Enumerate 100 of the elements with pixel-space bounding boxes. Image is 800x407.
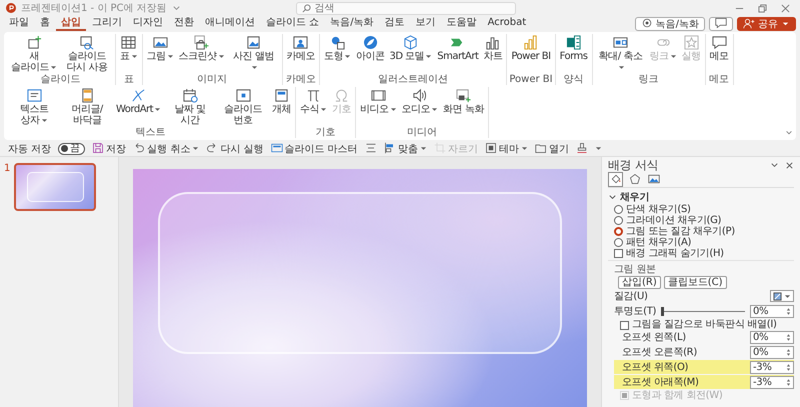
comment-button[interactable] — [709, 16, 733, 30]
radio-button[interactable] — [614, 216, 623, 225]
menu-tab[interactable]: Acrobat — [482, 16, 532, 31]
chevron-down-icon[interactable] — [608, 192, 617, 202]
ribbon-button[interactable]: 도형 — [322, 34, 353, 74]
ribbon-button[interactable]: 사진 앨범 — [228, 34, 280, 74]
percent-field[interactable]: -3% — [750, 376, 794, 388]
ribbon-button[interactable]: 날짜 및 시간 — [164, 87, 216, 127]
option-label[interactable]: 그림을 질감으로 바둑판식 배열(I) — [632, 319, 777, 330]
option-label[interactable]: 그라데이션 채우기(G) — [626, 215, 722, 226]
menu-tab[interactable]: 슬라이드 쇼 — [261, 16, 324, 31]
toolbar-button[interactable]: 슬라이드 마스터 — [270, 142, 358, 156]
ribbon-button[interactable]: 비디오 — [358, 87, 399, 127]
radio-button[interactable] — [614, 227, 623, 236]
menu-tab[interactable]: 홈 — [35, 16, 55, 31]
pane-tab[interactable] — [627, 172, 642, 187]
ribbon-button[interactable]: 확대/ 축소 — [594, 34, 647, 74]
ribbon-button[interactable]: 오디오 — [400, 87, 440, 127]
group-label: 양식 — [564, 74, 584, 85]
ribbon-button[interactable]: 스크린샷 — [176, 34, 226, 74]
menu-tab[interactable]: 검토 — [380, 16, 410, 31]
toolbar-button[interactable]: 맞춤 — [384, 142, 427, 156]
speech-bubble-icon — [712, 35, 727, 50]
toolbar-button[interactable] — [364, 142, 377, 155]
record-button[interactable]: 녹음/녹화 — [634, 16, 705, 30]
close-icon[interactable] — [785, 161, 794, 170]
group-label: 텍스트 — [136, 127, 166, 138]
ribbon-button[interactable]: Forms — [558, 34, 590, 74]
ribbon-button[interactable]: 메모 — [708, 34, 731, 74]
pane-button[interactable]: 삽입(R) — [618, 276, 661, 289]
pentagon-icon — [628, 173, 640, 185]
ribbon-button[interactable]: 화면 녹화 — [441, 87, 486, 127]
ribbon-button[interactable]: 텍스트 상자 — [8, 87, 60, 127]
ribbon-button[interactable]: 슬라이드 다시 사용 — [61, 34, 113, 74]
ribbon-button[interactable]: Power BI — [509, 34, 553, 74]
option-label[interactable]: 배경 그래픽 숨기기(H) — [626, 248, 724, 259]
toolbar-button[interactable] — [576, 142, 588, 155]
restore-icon[interactable] — [758, 4, 767, 12]
record-icon — [640, 17, 653, 29]
percent-field[interactable]: 0% — [750, 304, 794, 318]
share-button[interactable]: 공유 — [737, 16, 796, 30]
pi-icon — [306, 88, 322, 103]
section-title[interactable]: 채우기 — [620, 190, 650, 204]
ribbon-button[interactable]: 카메오 — [284, 34, 317, 74]
ribbon-button[interactable]: 3D 모델 — [388, 34, 434, 74]
slide-master-icon — [270, 142, 283, 154]
ribbon-button[interactable]: SmartArt — [435, 34, 480, 74]
autosave-label: 자동 저장 — [8, 142, 52, 156]
ribbon-button[interactable]: 슬라이드 번호 — [217, 87, 270, 127]
search-field[interactable]: 검색 — [296, 2, 516, 14]
toggle-switch[interactable]: 끔 — [58, 142, 86, 154]
ribbon-button[interactable]: 수식 — [298, 87, 330, 127]
close-icon[interactable] — [781, 4, 790, 12]
menu-tab[interactable]: 녹음/녹화 — [325, 16, 379, 31]
ribbon-button[interactable]: 새 슬라이드 — [8, 34, 60, 74]
ribbon-button[interactable]: 개체 — [270, 87, 294, 127]
photo-album-icon — [246, 35, 261, 50]
toolbar-button[interactable]: 다시 실행 — [206, 142, 264, 156]
ribbon-button[interactable]: 표 — [118, 34, 140, 74]
menu-tab[interactable]: 도움말 — [442, 16, 482, 31]
chevron-down-icon[interactable] — [770, 161, 779, 170]
menu-tab[interactable]: 그리기 — [87, 16, 127, 31]
slider-thumb[interactable] — [661, 306, 664, 316]
picture-icon — [152, 35, 168, 50]
option-label[interactable]: 단색 채우기(S) — [626, 204, 691, 215]
ribbon-button[interactable]: 그림 — [144, 34, 176, 74]
list-document-icon — [566, 35, 582, 50]
toolbar-button[interactable]: 저장 — [92, 142, 126, 156]
percent-field[interactable]: -3% — [750, 360, 794, 374]
option-label[interactable]: 패턴 채우기(A) — [626, 237, 692, 248]
toolbar-button[interactable]: 열기 — [534, 142, 569, 156]
chevron-down-icon[interactable] — [785, 129, 793, 137]
menu-tab[interactable]: 전환 — [169, 16, 199, 31]
menu-tab[interactable]: 보기 — [410, 16, 441, 31]
pane-button[interactable]: 클립보드(C) — [664, 276, 727, 289]
radio-button[interactable] — [614, 205, 623, 214]
menu-tab[interactable]: 애니메이션 — [200, 16, 260, 31]
menu-tab[interactable]: 파일 — [4, 16, 34, 31]
toolbar-button[interactable]: 실행 취소 — [133, 142, 200, 156]
pane-title: 배경 서식 — [608, 159, 660, 172]
toolbar-button[interactable]: 테마 — [484, 142, 528, 156]
ribbon-button[interactable]: WordArt — [114, 87, 164, 127]
texture-swatch-icon — [773, 292, 782, 300]
menu-tab[interactable]: 디자인 — [128, 16, 168, 31]
radio-button[interactable] — [614, 238, 623, 247]
field-label: 오프셋 왼쪽(L) — [622, 331, 686, 344]
ribbon-button[interactable]: 차트 — [481, 34, 504, 74]
option-label[interactable]: 그림 또는 질감 채우기(P) — [626, 226, 735, 237]
texture-picker-button[interactable] — [770, 290, 794, 302]
slide-plus-icon — [26, 35, 42, 50]
checkbox[interactable] — [614, 249, 623, 258]
film-icon — [370, 88, 386, 103]
percent-field[interactable]: 0% — [750, 330, 794, 344]
checkbox[interactable] — [620, 321, 629, 330]
ribbon-button[interactable]: 아이콘 — [354, 34, 386, 74]
percent-field[interactable]: 0% — [750, 346, 794, 358]
ribbon-button[interactable]: 머리글/ 바닥글 — [61, 87, 113, 127]
slide-thumbnail[interactable] — [14, 163, 96, 211]
pane-tab[interactable] — [608, 172, 623, 187]
toolbar-button[interactable] — [594, 146, 602, 151]
